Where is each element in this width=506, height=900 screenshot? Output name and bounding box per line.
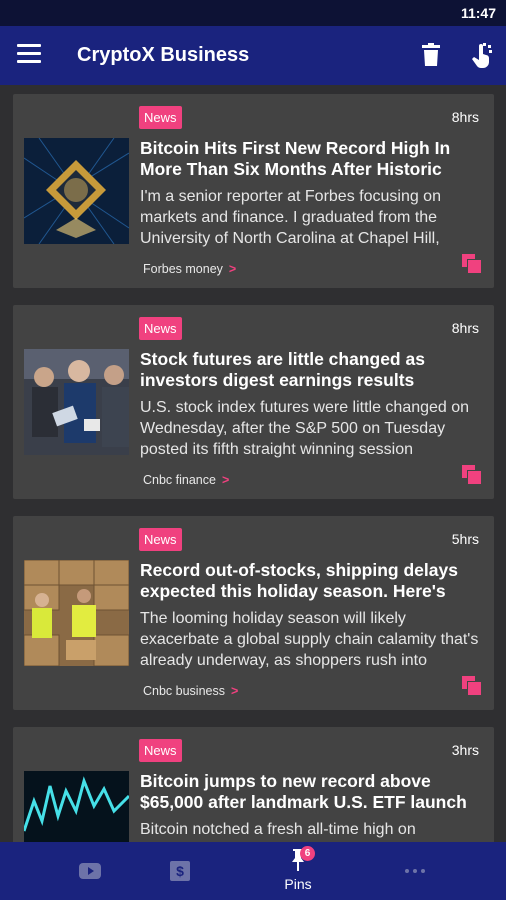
hand-touch-icon[interactable]	[470, 42, 494, 68]
article-headline[interactable]: Record out-of-stocks, shipping delays ex…	[140, 560, 485, 602]
chevron-right-icon: >	[221, 473, 230, 487]
article-time: 3hrs	[451, 742, 479, 758]
article-time: 8hrs	[451, 320, 479, 336]
article-time: 5hrs	[451, 531, 479, 547]
news-badge: News	[139, 317, 182, 340]
news-card[interactable]: News 3hrs Bitcoin jumps to new record ab…	[13, 727, 494, 842]
news-badge: News	[139, 739, 182, 762]
news-card[interactable]: News 8hrs Stock futures are little chang…	[13, 305, 494, 499]
article-thumbnail[interactable]	[24, 138, 129, 244]
trash-icon[interactable]	[421, 43, 441, 67]
app-title: CryptoX Business	[77, 44, 250, 66]
article-source-link[interactable]: Forbes money >	[143, 262, 236, 276]
article-summary: I'm a senior reporter at Forbes focusing…	[140, 188, 441, 247]
news-card[interactable]: News 5hrs Record out-of-stocks, shipping…	[13, 516, 494, 710]
article-source: Cnbc business	[143, 684, 225, 698]
article-source: Cnbc finance	[143, 473, 216, 487]
more-icon	[405, 869, 425, 873]
article-source-link[interactable]: Cnbc finance >	[143, 473, 229, 487]
news-badge: News	[139, 106, 182, 129]
copy-pin-icon[interactable]	[462, 254, 482, 274]
article-source: Forbes money	[143, 262, 223, 276]
article-thumbnail[interactable]	[24, 560, 129, 666]
article-summary: Bitcoin notched a fresh all-time high on	[140, 821, 416, 838]
article-time: 8hrs	[451, 109, 479, 125]
article-summary: The looming holiday season will likely e…	[140, 610, 479, 669]
article-headline[interactable]: Bitcoin Hits First New Record High In Mo…	[140, 138, 485, 180]
nav-youtube[interactable]	[60, 842, 120, 900]
news-badge: News	[139, 528, 182, 551]
article-summary: U.S. stock index futures were little cha…	[140, 399, 470, 458]
news-card[interactable]: News 8hrs Bitcoin Hits First New Record …	[13, 94, 494, 288]
youtube-icon	[79, 863, 101, 879]
article-headline[interactable]: Bitcoin jumps to new record above $65,00…	[140, 771, 485, 813]
nav-pins[interactable]: 6 Pins	[268, 842, 328, 900]
svg-text:$: $	[176, 863, 184, 879]
nav-more[interactable]	[385, 842, 445, 900]
pins-count-badge: 6	[300, 846, 315, 861]
chevron-right-icon: >	[231, 684, 239, 698]
dollar-icon: $	[170, 861, 190, 881]
copy-pin-icon[interactable]	[462, 676, 482, 696]
article-thumbnail[interactable]	[24, 771, 129, 842]
chevron-right-icon: >	[228, 262, 237, 276]
nav-pins-label: Pins	[284, 876, 312, 892]
article-source-link[interactable]: Cnbc business >	[143, 684, 238, 698]
article-thumbnail[interactable]	[24, 349, 129, 455]
article-headline[interactable]: Stock futures are little changed as inve…	[140, 349, 485, 391]
menu-icon[interactable]	[17, 44, 41, 66]
status-bar: 11:47	[0, 0, 506, 26]
status-time: 11:47	[460, 5, 496, 21]
news-feed[interactable]: News 8hrs Bitcoin Hits First New Record …	[0, 85, 506, 842]
bottom-navigation: $ 6 Pins	[0, 842, 506, 900]
copy-pin-icon[interactable]	[462, 465, 482, 485]
nav-dollar[interactable]: $	[150, 842, 210, 900]
app-bar: CryptoX Business	[0, 26, 506, 85]
